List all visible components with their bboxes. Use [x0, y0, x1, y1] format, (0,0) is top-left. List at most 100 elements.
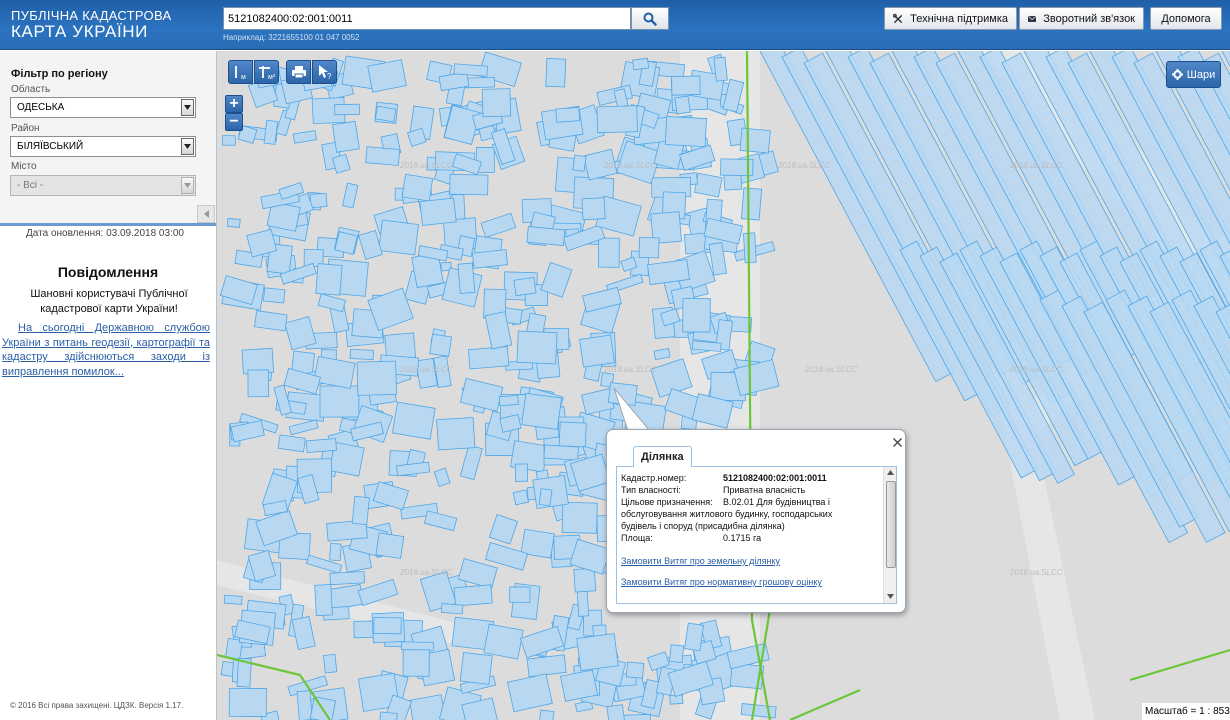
land-parcel [459, 652, 493, 685]
land-parcel [740, 187, 763, 221]
land-parcel [713, 56, 728, 82]
help-label: Допомога [1161, 12, 1211, 25]
popup-pointer [613, 388, 652, 432]
land-parcel [292, 130, 317, 144]
land-parcel [228, 687, 267, 718]
feedback-button[interactable]: Зворотний зв'язок [1019, 7, 1144, 30]
notice-link[interactable]: На сьогодні Державною службою України з … [2, 321, 210, 379]
land-parcel [453, 63, 488, 77]
measure-distance-button[interactable]: м [228, 60, 253, 84]
region-select[interactable]: ОДЕСЬКА [10, 97, 196, 118]
filter-title: Фільтр по регіону [11, 68, 108, 80]
land-parcel [545, 57, 567, 88]
land-parcel [632, 57, 650, 71]
land-parcel [365, 146, 401, 166]
land-parcel [436, 417, 476, 451]
close-popup-button[interactable] [890, 435, 904, 449]
land-parcel [596, 105, 638, 134]
land-parcel [375, 532, 405, 559]
land-parcel [521, 392, 563, 430]
land-parcel [526, 226, 566, 247]
land-parcel [401, 641, 434, 651]
land-parcel [334, 103, 360, 116]
area-key: Площа: [621, 533, 653, 543]
order-extract-link[interactable]: Замовити Витяг про земельну ділянку [621, 556, 780, 566]
land-parcel [576, 588, 590, 617]
land-parcel [513, 276, 537, 297]
region-filter-panel: Фільтр по регіону Область ОДЕСЬКА Район … [0, 51, 216, 224]
tech-support-button[interactable]: Технічна підтримка [884, 7, 1017, 30]
district-label: Район [11, 123, 40, 134]
land-parcel [597, 237, 620, 268]
land-parcel [558, 421, 587, 448]
land-parcel [357, 578, 399, 607]
land-parcel [488, 513, 519, 545]
help-button[interactable]: Допомога [1150, 7, 1222, 30]
order-valuation-link[interactable]: Замовити Витяг про нормативну грошову оц… [621, 577, 822, 587]
land-parcel [322, 653, 338, 674]
layers-button[interactable]: Шари [1166, 61, 1221, 88]
cadastral-number-key: Кадастр.номер: [621, 473, 687, 483]
purpose-value: В.02.01 Для будівництва і [723, 497, 830, 507]
land-parcel [247, 369, 270, 398]
zoom-in-button[interactable]: + [225, 95, 243, 113]
print-button[interactable] [286, 60, 311, 84]
zoom-out-button[interactable]: − [225, 113, 243, 131]
tab-parcel[interactable]: Ділянка [633, 446, 692, 467]
land-parcel [315, 263, 343, 296]
popup-scrollbar[interactable] [883, 467, 896, 603]
land-parcel [401, 173, 434, 202]
land-parcel [314, 584, 333, 617]
land-parcel [457, 262, 476, 294]
chevron-down-icon [181, 99, 194, 116]
region-label: Область [11, 84, 51, 95]
land-parcel [358, 229, 383, 260]
land-parcel [374, 105, 397, 123]
land-parcel [309, 192, 328, 209]
cadastral-map[interactable]: 2018.ua.SLCC 2018.ua.SLCC 2018.ua.SLCC 2018… [217, 51, 1230, 720]
land-parcel [459, 444, 483, 481]
purpose-key: Цільове призначення: [621, 497, 713, 507]
parcel-info-popup: Ділянка Кадастр.номер: 5121082400:02:001… [606, 429, 906, 613]
land-parcel [694, 172, 723, 198]
update-date: Дата оновлення: 03.09.2018 03:00 [26, 228, 184, 239]
land-parcel [253, 310, 288, 332]
land-parcel [223, 594, 243, 605]
svg-text:?: ? [327, 72, 332, 80]
measure-area-icon: м² [258, 66, 275, 80]
district-select[interactable]: БІЛЯЇВСЬКИЙ [10, 136, 196, 157]
map-canvas[interactable]: 2018.ua.SLCC 2018.ua.SLCC 2018.ua.SLCC 2018… [217, 51, 1230, 720]
land-parcel [543, 444, 579, 461]
land-parcel [373, 617, 402, 635]
city-select[interactable]: - Всі - [10, 175, 196, 196]
logo-line2: КАРТА УКРАЇНИ [11, 22, 148, 41]
land-parcel [329, 571, 366, 586]
left-sidebar: Фільтр по регіону Область ОДЕСЬКА Район … [0, 51, 217, 720]
search-button[interactable] [631, 7, 669, 30]
cadastral-number-value: 5121082400:02:001:0011 [723, 473, 827, 483]
scroll-thumb[interactable] [886, 481, 896, 568]
area-value: 0.1715 га [723, 533, 762, 543]
land-parcel [342, 182, 359, 209]
layers-label: Шари [1186, 68, 1216, 81]
ownership-key: Тип власності: [621, 485, 681, 495]
scroll-down-icon [887, 594, 894, 599]
measure-area-button[interactable]: м² [254, 60, 279, 84]
identify-icon: ? [318, 65, 332, 80]
cadastral-search-input[interactable] [223, 7, 631, 30]
boundary-line [1129, 648, 1230, 682]
print-identify-toolbar: ? [286, 60, 337, 84]
collapse-sidebar-button[interactable] [197, 205, 215, 223]
land-parcel [351, 495, 370, 526]
land-parcel [262, 287, 286, 304]
identify-button[interactable]: ? [312, 60, 337, 84]
land-parcel [226, 217, 241, 228]
land-parcel [319, 385, 360, 418]
site-logo[interactable]: ПУБЛІЧНА КАДАСТРОВА КАРТА УКРАЇНИ [11, 9, 171, 41]
map-watermark: 2018.ua.SLCC [804, 365, 858, 374]
land-parcel [480, 212, 517, 238]
land-parcel [538, 709, 555, 720]
land-parcel [453, 584, 493, 607]
land-parcel [331, 153, 351, 174]
land-parcel [449, 173, 489, 196]
